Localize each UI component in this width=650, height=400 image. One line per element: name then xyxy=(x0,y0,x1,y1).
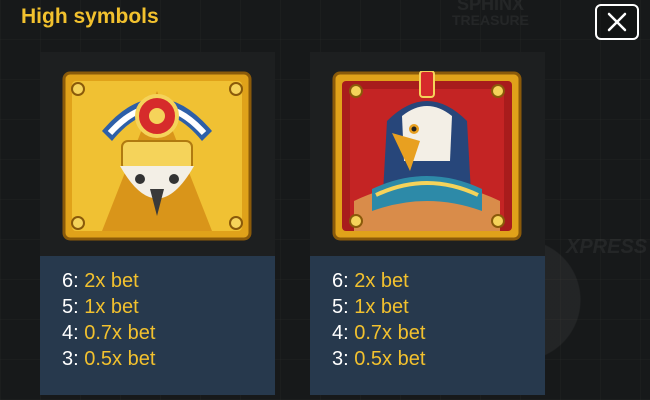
background-logo-line1: SPHINX xyxy=(456,0,525,14)
payout-value: 0.5x bet xyxy=(354,348,426,370)
symbol-card: 6: 2x bet 5: 1x bet 4: 0.7x bet 3: 0.5x … xyxy=(310,52,545,395)
red-falcon-god-icon xyxy=(332,71,522,241)
payout-row: 3: 0.5x bet xyxy=(62,348,155,371)
payout-value: 1x bet xyxy=(354,296,409,318)
payout-value: 2x bet xyxy=(84,270,139,292)
payout-count: 5: xyxy=(332,296,349,318)
payout-count: 4: xyxy=(332,322,349,344)
symbol-image-frame xyxy=(310,52,545,256)
payout-count: 3: xyxy=(62,348,79,370)
payout-panel: 6: 2x bet 5: 1x bet 4: 0.7x bet 3: 0.5x … xyxy=(40,256,275,395)
payout-row: 6: 2x bet xyxy=(332,270,409,293)
symbol-image-frame xyxy=(40,52,275,256)
golden-horus-falcon-icon xyxy=(62,71,252,241)
payout-count: 4: xyxy=(62,322,79,344)
payout-row: 5: 1x bet xyxy=(62,296,139,319)
page-title: High symbols xyxy=(21,5,159,28)
payout-value: 0.7x bet xyxy=(354,322,426,344)
payout-count: 6: xyxy=(62,270,79,292)
payout-value: 1x bet xyxy=(84,296,139,318)
background-logo-line2: TREASURE xyxy=(452,12,530,28)
close-button[interactable] xyxy=(595,4,639,40)
payout-value: 0.5x bet xyxy=(84,348,156,370)
background-xpress-label: XPRESS xyxy=(566,236,648,258)
payout-value: 0.7x bet xyxy=(84,322,156,344)
payout-count: 5: xyxy=(62,296,79,318)
payout-row: 5: 1x bet xyxy=(332,296,409,319)
payout-count: 3: xyxy=(332,348,349,370)
payout-row: 6: 2x bet xyxy=(62,270,139,293)
payout-row: 4: 0.7x bet xyxy=(62,322,155,345)
background-logo: SPHINX TREASURE xyxy=(452,0,529,28)
close-icon xyxy=(607,12,627,32)
payout-row: 3: 0.5x bet xyxy=(332,348,425,371)
symbol-card: 6: 2x bet 5: 1x bet 4: 0.7x bet 3: 0.5x … xyxy=(40,52,275,395)
payout-count: 6: xyxy=(332,270,349,292)
payout-panel: 6: 2x bet 5: 1x bet 4: 0.7x bet 3: 0.5x … xyxy=(310,256,545,395)
payout-value: 2x bet xyxy=(354,270,409,292)
payout-row: 4: 0.7x bet xyxy=(332,322,425,345)
